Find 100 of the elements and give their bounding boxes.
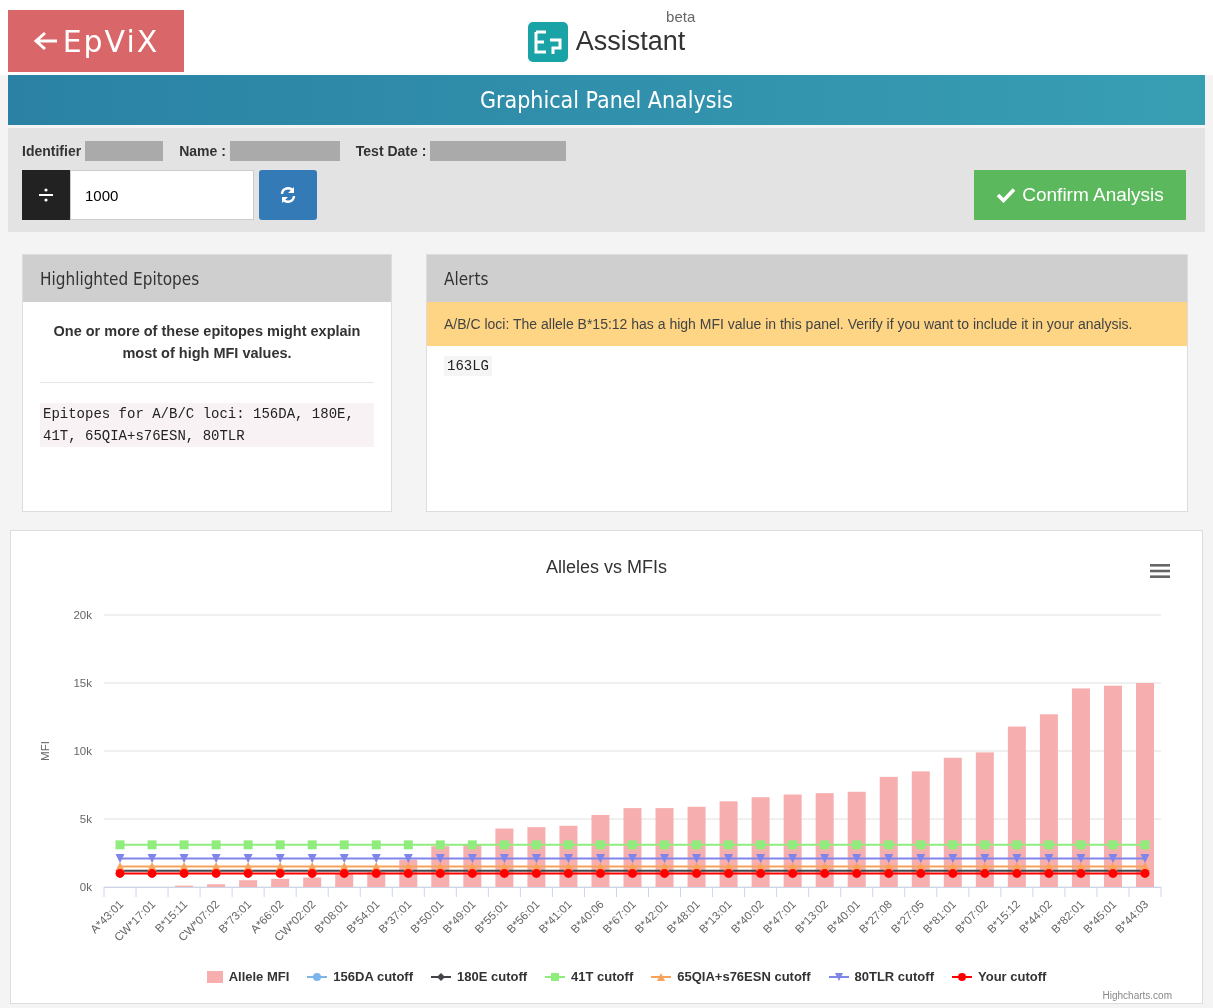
- point: [756, 840, 766, 850]
- point: [403, 853, 413, 863]
- point: [1108, 853, 1118, 863]
- field-label: Identifier: [22, 143, 82, 159]
- app-name: Assistant: [575, 26, 686, 57]
- legend-item[interactable]: 156DA cutoff: [307, 969, 414, 984]
- point: [243, 840, 253, 850]
- menu-icon[interactable]: [1150, 564, 1170, 578]
- point: [531, 853, 541, 863]
- point: [1140, 853, 1150, 863]
- point: [948, 853, 958, 863]
- epitope-code: 163LG: [444, 356, 492, 376]
- point: [1140, 840, 1150, 850]
- point: [1076, 840, 1086, 850]
- point: [499, 840, 509, 850]
- field-label: Name :: [179, 143, 226, 159]
- point: [788, 853, 798, 863]
- bar: [303, 877, 322, 887]
- legend-item[interactable]: Allele MFI: [206, 969, 290, 984]
- y-tick-label: 0k: [79, 881, 92, 893]
- point: [1108, 840, 1118, 850]
- refresh-button[interactable]: [259, 170, 317, 220]
- epitopes-list: Epitopes for A/B/C loci: 156DA, 180E, 41T, 65QIA+s76ESN, 80TLR: [40, 403, 374, 447]
- chart-title: Alleles vs MFIs: [546, 557, 667, 579]
- divide-icon: [39, 187, 53, 203]
- point: [660, 840, 670, 850]
- point: [852, 853, 862, 863]
- point: [467, 853, 477, 863]
- check-icon: [996, 187, 1017, 203]
- refresh-icon: [278, 185, 298, 205]
- point: [628, 853, 637, 863]
- divide-button[interactable]: [22, 170, 70, 220]
- y-tick-label: 5k: [79, 813, 92, 825]
- point: [435, 840, 445, 850]
- point: [916, 840, 926, 850]
- bar: [239, 880, 258, 887]
- point: [1044, 853, 1054, 863]
- point: [147, 853, 157, 863]
- point: [371, 840, 381, 850]
- point: [595, 840, 605, 850]
- alert-message: A/B/C loci: The allele B*15:12 has a high MFI value in this panel. Verify if you want to include it in your analysis.: [427, 302, 1187, 346]
- point: [628, 840, 637, 850]
- panel-title: Highlighted Epitopes: [40, 268, 200, 289]
- bar: [271, 878, 290, 887]
- point: [820, 840, 830, 850]
- point: [243, 853, 253, 863]
- point: [339, 840, 349, 850]
- point: [852, 840, 862, 850]
- point: [1076, 853, 1086, 863]
- y-tick-label: 20k: [73, 609, 92, 621]
- point: [756, 853, 766, 863]
- bar: [207, 884, 226, 887]
- point: [692, 840, 702, 850]
- point: [724, 853, 734, 863]
- point: [1012, 840, 1022, 850]
- chart-credits: Highcharts.com: [1102, 990, 1172, 1001]
- page-title: Graphical Panel Analysis: [479, 87, 734, 113]
- point: [884, 840, 894, 850]
- point: [467, 840, 477, 850]
- point: [948, 840, 958, 850]
- point: [275, 853, 285, 863]
- point: [660, 853, 670, 863]
- legend-item[interactable]: 180E cutoff: [431, 969, 528, 984]
- point: [179, 840, 189, 850]
- point: [403, 840, 413, 850]
- point: [275, 840, 285, 850]
- point: [307, 853, 317, 863]
- legend-item[interactable]: Your cutoff: [952, 969, 1047, 984]
- point: [563, 840, 573, 850]
- point: [211, 853, 221, 863]
- point: [916, 853, 926, 863]
- point: [147, 840, 157, 850]
- cutoff-input[interactable]: 1000: [70, 170, 254, 220]
- legend-item[interactable]: 65QIA+s76ESN cutoff: [651, 969, 811, 984]
- point: [179, 853, 189, 863]
- point: [692, 853, 702, 863]
- point: [307, 840, 317, 850]
- point: [1044, 840, 1054, 850]
- epitopes-message: One or more of these epitopes might explain most of high MFI values.: [52, 322, 362, 363]
- y-tick-label: 10k: [73, 745, 92, 757]
- point: [115, 840, 125, 850]
- y-tick-label: 15k: [73, 677, 92, 689]
- point: [820, 853, 830, 863]
- point: [531, 840, 541, 850]
- legend-item[interactable]: 80TLR cutoff: [828, 969, 934, 984]
- point: [980, 840, 990, 850]
- point: [115, 853, 125, 863]
- point: [788, 840, 798, 850]
- point: [1012, 853, 1022, 863]
- point: [211, 840, 221, 850]
- point: [595, 853, 605, 863]
- y-axis-title: MFI: [39, 741, 51, 761]
- point: [435, 853, 445, 863]
- beta-label: beta: [666, 7, 696, 25]
- legend-item[interactable]: 41T cutoff: [545, 969, 634, 984]
- point: [499, 853, 509, 863]
- panel-title: Alerts: [444, 268, 489, 289]
- point: [980, 853, 990, 863]
- point: [563, 853, 573, 863]
- logo-icon: [527, 21, 568, 62]
